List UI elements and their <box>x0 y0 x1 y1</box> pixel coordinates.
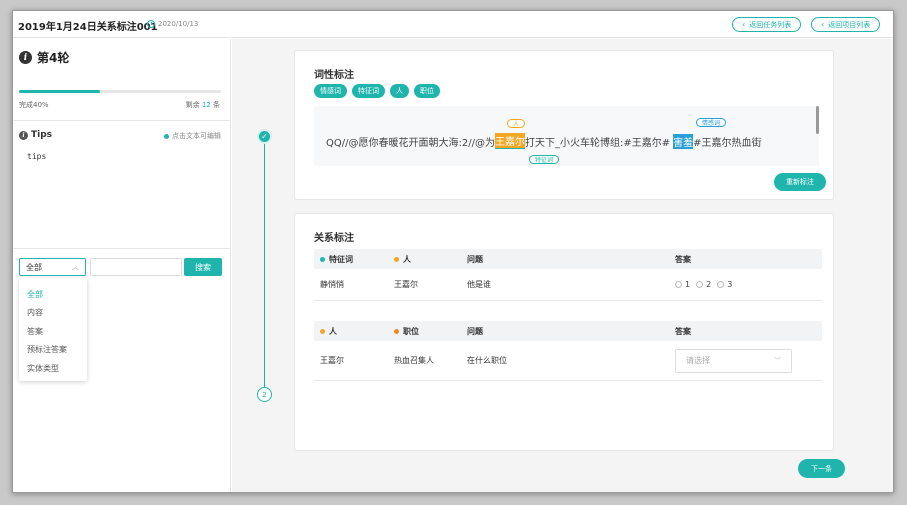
pos-annotation-card: 词性标注 情感词 特征词 人 职位 人 情感词 QQ//@愿你春暖花开面朝大海:… <box>294 50 834 200</box>
table-row: 静悄悄 王嘉尔 他是谁 1 2 3 <box>314 269 822 301</box>
edit-hint: 点击文本可编辑 <box>164 131 221 141</box>
task-title: 2019年1月24日关系标注001 <box>18 22 158 33</box>
app-window: 2019年1月24日关系标注001 2020/10/13 ‹ 返回任务列表 ‹ … <box>12 10 894 493</box>
highlight-person[interactable]: 王嘉尔 <box>494 133 525 149</box>
task-date-text: 2020/10/13 <box>158 20 199 28</box>
relation-table-2: 人 职位 问题 答案 王嘉尔 热血召集人 在什么职位 请选择 ﹀ <box>314 321 822 381</box>
pos-card-title: 词性标注 <box>314 70 354 81</box>
dropdown-option[interactable]: 全部 <box>19 285 87 304</box>
tag-position[interactable]: 职位 <box>414 84 440 98</box>
main-panel: ✓ 2 词性标注 情感词 特征词 人 职位 人 情感词 QQ//@愿你春暖花开面… <box>232 39 893 492</box>
highlight-emotion[interactable]: 害羞 <box>673 133 694 149</box>
chevron-up-icon: ︿ <box>72 263 79 271</box>
tips-content[interactable]: tips <box>27 152 46 161</box>
relation-table-1: 特征词 人 问题 答案 静悄悄 王嘉尔 他是谁 1 2 3 <box>314 249 822 301</box>
annotation-sentence[interactable]: QQ//@愿你春暖花开面朝大海:2//@为 王嘉尔 打天下_小火车轮博组:#王嘉… <box>326 133 761 149</box>
dot-icon <box>164 133 169 139</box>
progress-complete-label: 完成40% <box>19 101 49 109</box>
dropdown-option[interactable]: 答案 <box>19 322 87 341</box>
timeline-step-2: 2 <box>257 387 272 402</box>
entity-label-feature[interactable]: 特征词 <box>529 155 560 164</box>
answer-select[interactable]: 请选择 ﹀ <box>675 348 792 373</box>
table-row: 王嘉尔 热血召集人 在什么职位 请选择 ﹀ <box>314 341 822 381</box>
progress-fill <box>19 90 100 93</box>
table-header: 人 职位 问题 答案 <box>314 321 822 341</box>
divider <box>13 248 231 249</box>
radio-option-2[interactable]: 2 <box>696 280 711 289</box>
dropdown-option[interactable]: 内容 <box>19 304 87 323</box>
filter-select[interactable]: 全部 ︿ <box>19 258 86 276</box>
scrollbar[interactable] <box>816 106 819 134</box>
entity-label-emotion[interactable]: 情感词 <box>696 118 727 127</box>
tag-list: 情感词 特征词 人 职位 <box>314 84 440 98</box>
back-project-list-button[interactable]: ‹ 返回项目列表 <box>811 17 881 32</box>
chevron-down-icon: ﹀ <box>774 356 781 365</box>
radio-option-1[interactable]: 1 <box>675 280 690 289</box>
info-icon: i <box>19 130 28 140</box>
progress-remaining: 剩余 12 条 <box>185 101 220 109</box>
left-panel: i 第4轮 完成40% 剩余 12 条 i Tips 点击文本可编辑 tips … <box>13 39 231 492</box>
dot-icon <box>320 328 325 334</box>
dot-icon <box>394 256 399 262</box>
relation-card-title: 关系标注 <box>314 233 354 244</box>
reannotate-button[interactable]: 重新标注 <box>774 173 826 191</box>
divider <box>13 120 231 121</box>
entity-label-person[interactable]: 人 <box>507 119 526 128</box>
dot-icon <box>320 256 325 262</box>
back-task-list-button[interactable]: ‹ 返回任务列表 <box>732 17 802 32</box>
round-title: i 第4轮 <box>19 49 69 66</box>
tag-feature-word[interactable]: 特征词 <box>352 84 385 98</box>
check-icon: ✓ <box>257 129 272 144</box>
dot-icon <box>394 328 399 334</box>
filter-dropdown: 全部 内容 答案 预标注答案 实体类型 <box>19 278 87 381</box>
timeline-line <box>264 137 265 395</box>
search-button[interactable]: 搜索 <box>184 258 222 276</box>
chevron-left-icon: ‹ <box>742 20 746 29</box>
answer-radio-group: 1 2 3 <box>675 280 732 289</box>
remaining-count: 12 <box>201 101 211 109</box>
clock-icon <box>147 20 155 28</box>
search-input[interactable] <box>90 258 182 276</box>
table-header: 特征词 人 问题 答案 <box>314 249 822 269</box>
task-date: 2020/10/13 <box>147 20 198 28</box>
top-header: 2019年1月24日关系标注001 2020/10/13 ‹ 返回任务列表 ‹ … <box>13 11 893 38</box>
annotation-text-area[interactable]: 人 情感词 QQ//@愿你春暖花开面朝大海:2//@为 王嘉尔 打天下_小火车轮… <box>314 106 819 166</box>
tag-person[interactable]: 人 <box>390 84 409 98</box>
tips-heading: i Tips <box>19 130 52 140</box>
chevron-left-icon: ‹ <box>821 20 825 29</box>
info-icon: i <box>19 51 32 64</box>
relation-annotation-card: 关系标注 特征词 人 问题 答案 静悄悄 王嘉尔 他是谁 1 2 3 人 职位 … <box>294 213 834 451</box>
dropdown-option[interactable]: 预标注答案 <box>19 341 87 360</box>
next-button[interactable]: 下一条 <box>798 459 845 478</box>
progress-bar <box>19 90 221 93</box>
radio-option-3[interactable]: 3 <box>717 280 732 289</box>
dropdown-option[interactable]: 实体类型 <box>19 359 87 378</box>
tag-emotion-word[interactable]: 情感词 <box>314 84 347 98</box>
